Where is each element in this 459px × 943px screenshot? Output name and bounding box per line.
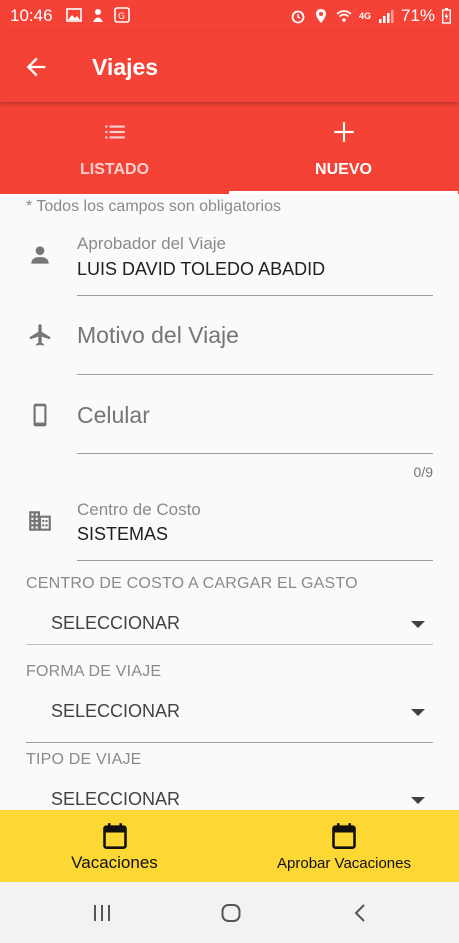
app-bar: Viajes xyxy=(0,32,459,102)
app-notification-icon xyxy=(93,9,103,22)
calendar-icon xyxy=(332,823,356,849)
network-type: 4G xyxy=(358,11,371,21)
tab-listado[interactable]: LISTADO xyxy=(0,102,229,194)
dropdown-arrow-icon xyxy=(411,621,425,628)
travel-mode-label: FORMA DE VIAJE xyxy=(26,663,162,680)
approver-value: LUIS DAVID TOLEDO ABADID xyxy=(77,259,326,279)
tab-indicator xyxy=(229,191,458,194)
travel-type-label: TIPO DE VIAJE xyxy=(26,751,142,768)
dropdown-arrow-icon xyxy=(411,797,425,804)
charge-cost-center-select[interactable]: SELECCIONAR xyxy=(26,607,433,643)
nav-vacaciones[interactable]: Vacaciones xyxy=(0,810,229,882)
home-icon[interactable] xyxy=(220,902,242,924)
select-value: SELECCIONAR xyxy=(51,701,181,721)
nav-aprobar-vacaciones[interactable]: Aprobar Vacaciones xyxy=(229,810,459,882)
field-underline xyxy=(77,295,433,296)
recent-apps-icon[interactable] xyxy=(91,902,113,924)
tab-label: LISTADO xyxy=(79,161,150,178)
phone-input[interactable]: Celular xyxy=(77,402,150,429)
tab-nuevo[interactable]: NUEVO xyxy=(229,102,458,194)
image-icon xyxy=(66,8,82,22)
status-right: 4G 71% xyxy=(290,6,451,26)
status-time: 10:46 xyxy=(10,6,53,25)
svg-text:G: G xyxy=(118,12,125,22)
back-nav-icon[interactable] xyxy=(350,902,372,924)
select-underline xyxy=(26,742,433,743)
nav-label: Aprobar Vacaciones xyxy=(277,855,411,872)
list-icon xyxy=(104,125,125,139)
alarm-icon xyxy=(291,10,305,24)
field-underline xyxy=(77,560,433,561)
required-note: * Todos los campos son obligatorios xyxy=(26,198,281,215)
select-underline xyxy=(26,644,433,645)
tab-bar: LISTADO NUEVO xyxy=(0,102,459,194)
status-bar: 10:46 G 4G 71% xyxy=(0,0,459,32)
bottom-navigation: Vacaciones Aprobar Vacaciones xyxy=(0,810,459,882)
nav-label: Vacaciones xyxy=(71,853,158,872)
arrow-back-icon[interactable] xyxy=(22,53,50,81)
cost-center-label: Centro de Costo xyxy=(77,500,201,519)
signal-icon xyxy=(378,10,394,23)
approver-label: Aprobador del Viaje xyxy=(77,234,227,253)
calendar-icon xyxy=(102,823,127,849)
plus-icon xyxy=(333,122,354,142)
select-value: SELECCIONAR xyxy=(51,789,181,809)
translate-icon: G xyxy=(114,7,130,23)
battery-percent: 71% xyxy=(400,6,435,25)
field-underline xyxy=(77,374,433,375)
travel-mode-select[interactable]: SELECCIONAR xyxy=(26,695,433,731)
phone-icon xyxy=(33,403,47,427)
wifi-icon xyxy=(336,10,352,22)
char-counter: 0/9 xyxy=(413,464,433,480)
select-value: SELECCIONAR xyxy=(51,613,181,633)
building-icon xyxy=(29,511,51,531)
page-title: Viajes xyxy=(92,54,159,80)
location-icon xyxy=(315,9,326,23)
dropdown-arrow-icon xyxy=(411,709,425,716)
reason-input[interactable]: Motivo del Viaje xyxy=(77,322,239,349)
charge-cost-center-label: CENTRO DE COSTO A CARGAR EL GASTO xyxy=(26,575,358,592)
notification-icons: G xyxy=(66,7,130,23)
cost-center-value: SISTEMAS xyxy=(77,524,169,544)
airplane-icon xyxy=(29,324,51,346)
system-navigation-bar xyxy=(0,882,459,943)
tab-label: NUEVO xyxy=(315,161,372,178)
field-underline xyxy=(77,453,433,454)
battery-charging-icon xyxy=(442,8,451,24)
person-icon xyxy=(31,246,49,264)
